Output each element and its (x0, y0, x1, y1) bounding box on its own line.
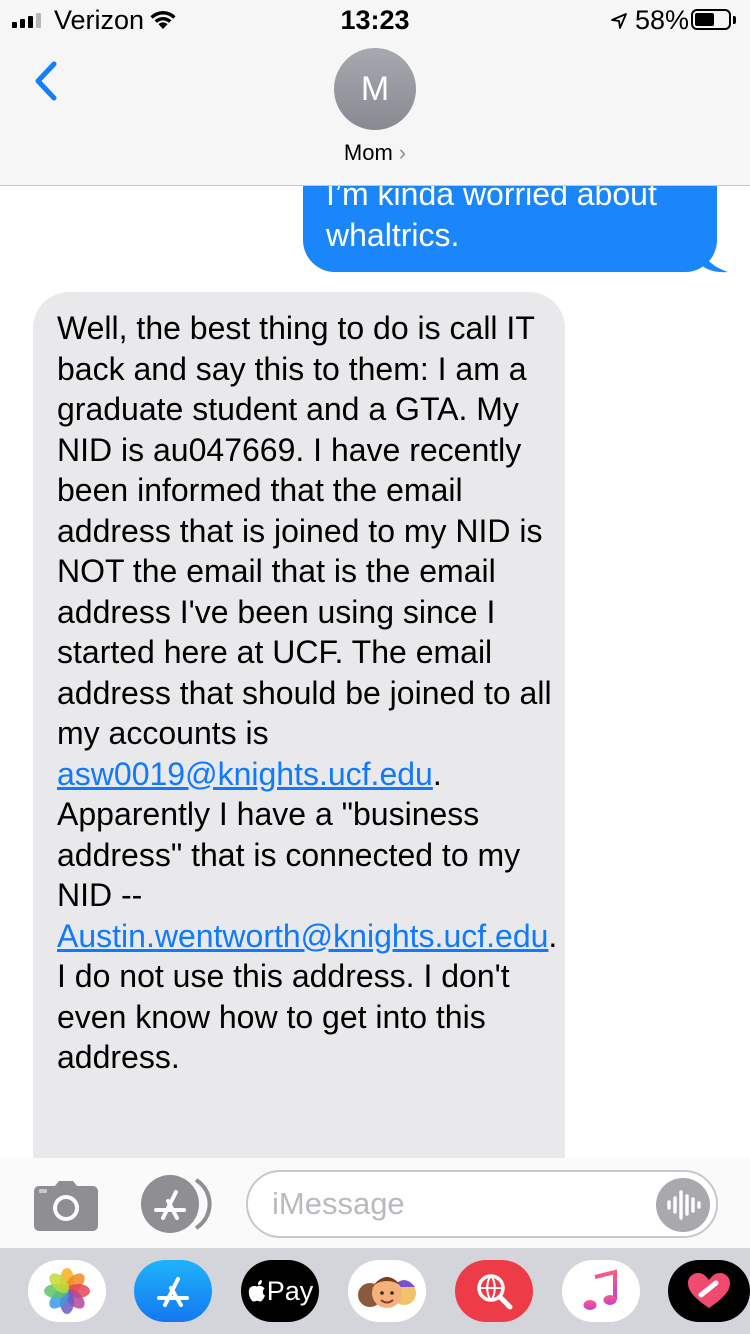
camera-icon (34, 1181, 98, 1231)
battery-level (695, 13, 714, 26)
status-bar: Verizon 13:23 58% (0, 0, 750, 40)
location-arrow-icon (611, 13, 627, 29)
app-store-app-button[interactable] (134, 1260, 212, 1322)
apple-logo-icon (248, 1280, 265, 1302)
photos-app-button[interactable] (28, 1260, 106, 1322)
camera-button[interactable] (33, 1180, 99, 1232)
email-link-asw0019[interactable]: asw0019@knights.ucf.edu (57, 756, 433, 792)
music-note-icon (583, 1269, 617, 1310)
contact-name-button[interactable]: Mom › (0, 140, 750, 166)
apple-pay-app-button[interactable]: Pay (241, 1260, 319, 1322)
music-app-button[interactable] (562, 1260, 640, 1322)
app-store-icon (141, 1175, 212, 1233)
bubble-tail (700, 242, 728, 273)
battery-tip (733, 16, 736, 24)
app-store-apps-button[interactable] (140, 1174, 212, 1234)
memoji-app-button[interactable] (348, 1260, 426, 1322)
apple-pay-label: Pay (266, 1275, 314, 1306)
outgoing-message-text: I’m kinda worried about whaltrics. (326, 176, 657, 253)
memoji-icon (358, 1277, 416, 1308)
audio-message-button[interactable] (656, 1178, 710, 1232)
chevron-right-icon: › (398, 140, 407, 165)
conversation-header: Verizon 13:23 58% M Mom › (0, 0, 750, 186)
heart-icon (688, 1273, 730, 1308)
compose-bar (0, 1158, 750, 1248)
app-store-icon (157, 1277, 189, 1307)
incoming-message-text: Well, the best thing to do is call IT ba… (57, 310, 552, 751)
chevron-left-icon (35, 61, 57, 101)
digital-touch-app-button[interactable] (668, 1260, 750, 1322)
message-input[interactable] (272, 1172, 642, 1236)
battery-percentage: 58% (635, 5, 690, 35)
photos-icon (44, 1268, 90, 1314)
contact-avatar[interactable]: M (334, 48, 416, 130)
battery-icon (691, 9, 731, 30)
waveform-icon (667, 1190, 701, 1220)
imessage-app-drawer: Pay (0, 1248, 750, 1334)
message-input-field[interactable] (246, 1170, 718, 1238)
web-images-search-app-button[interactable] (455, 1260, 533, 1322)
back-button[interactable] (28, 58, 68, 106)
contact-name: Mom (343, 140, 393, 165)
email-link-austin-wentworth[interactable]: Austin.wentworth@knights.ucf.edu (57, 918, 548, 954)
globe-search-icon (477, 1274, 513, 1310)
incoming-message-bubble[interactable]: Well, the best thing to do is call IT ba… (33, 292, 565, 1192)
